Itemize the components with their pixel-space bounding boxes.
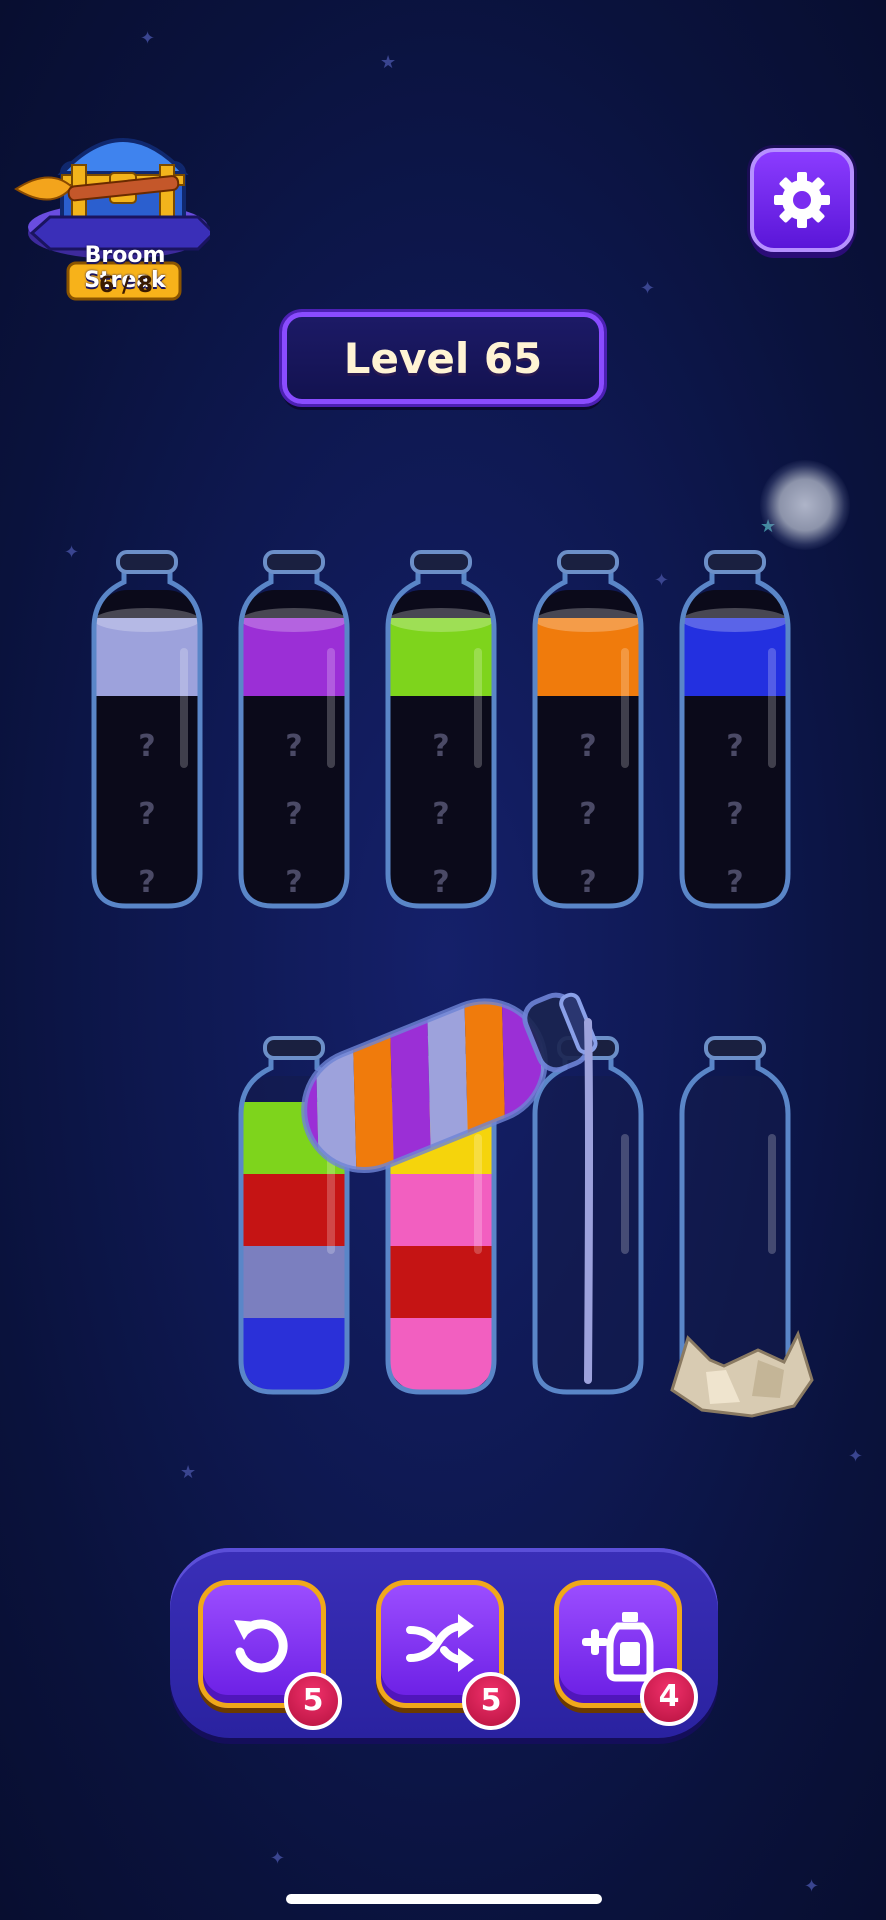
- hidden-layer-mark: ?: [579, 865, 596, 900]
- level-label: Level 65: [343, 333, 543, 383]
- hidden-layer-mark: ?: [285, 797, 302, 832]
- streak-progress: 6 / 8: [99, 273, 153, 298]
- liquid-stripe: [250, 1073, 301, 1259]
- star-decoration: ★: [380, 52, 397, 73]
- hint-orb[interactable]: [760, 460, 850, 550]
- hidden-layer-mark: ?: [138, 797, 155, 832]
- star-decoration: ✦: [140, 28, 156, 49]
- hidden-layer-mark: ?: [726, 729, 743, 764]
- star-decoration: ✦: [654, 570, 670, 591]
- hidden-layer-mark: ?: [138, 729, 155, 764]
- settings-button[interactable]: [750, 148, 854, 252]
- liquid-stripe: [594, 950, 610, 1079]
- star-decoration: ✦: [64, 542, 80, 563]
- pouring-bottle[interactable]: [250, 950, 610, 1410]
- rock-icon: [670, 1329, 814, 1418]
- hidden-layer-mark: ?: [432, 729, 449, 764]
- broom-streak-widget[interactable]: Broom Streak 6 / 8: [10, 115, 210, 305]
- bottle-top-2[interactable]: ???: [229, 538, 359, 918]
- undo-count-badge: 5: [284, 1672, 342, 1730]
- star-decoration: ✦: [270, 1848, 286, 1869]
- hidden-layer-mark: ?: [726, 865, 743, 900]
- bottle-top-1[interactable]: ???: [82, 538, 212, 918]
- hidden-layer-mark: ?: [579, 729, 596, 764]
- shuffle-count-badge: 5: [462, 1672, 520, 1730]
- bottle-top-5[interactable]: ???: [670, 538, 800, 918]
- hidden-layer-mark: ?: [138, 865, 155, 900]
- star-decoration: ✦: [848, 1446, 864, 1467]
- hidden-layer-mark: ?: [432, 797, 449, 832]
- home-indicator: [286, 1894, 602, 1904]
- star-decoration: ✦: [804, 1876, 820, 1897]
- hidden-layer-mark: ?: [285, 729, 302, 764]
- hidden-layer-mark: ?: [285, 865, 302, 900]
- liquid-stripe: [250, 1088, 264, 1274]
- star-decoration: ★: [180, 1462, 197, 1483]
- level-indicator: Level 65: [282, 312, 604, 404]
- add-bottle-icon: [582, 1612, 654, 1682]
- hidden-layer-mark: ?: [726, 797, 743, 832]
- hidden-layer-mark: ?: [432, 865, 449, 900]
- hidden-layer-mark: ?: [579, 797, 596, 832]
- bottle-top-4[interactable]: ???: [523, 538, 653, 918]
- gear-icon: [774, 172, 830, 228]
- undo-icon: [234, 1619, 288, 1673]
- bottle-top-3[interactable]: ???: [376, 538, 506, 918]
- shuffle-icon: [406, 1614, 474, 1672]
- add-bottle-count-badge: 4: [640, 1668, 698, 1726]
- star-decoration: ✦: [640, 278, 656, 299]
